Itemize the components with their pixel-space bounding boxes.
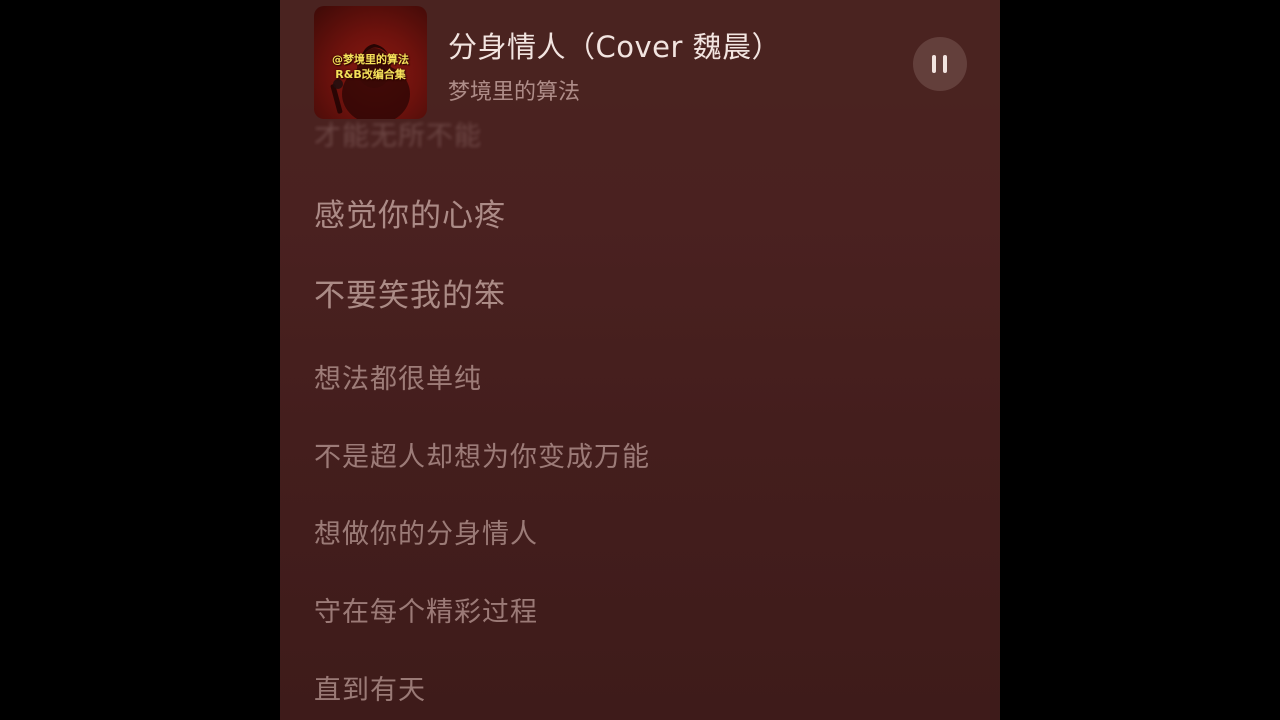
now-playing-header: @梦境里的算法 R&B改编合集 分身情人（Cover 魏晨） 梦境里的算法 <box>280 0 1000 128</box>
pause-button[interactable] <box>913 37 967 91</box>
lyric-line[interactable]: 想做你的分身情人 <box>314 512 538 551</box>
lyric-line[interactable]: 守在每个精彩过程 <box>314 590 538 629</box>
cover-text-line: R&B改编合集 <box>335 68 406 81</box>
album-cover[interactable]: @梦境里的算法 R&B改编合集 <box>314 6 427 119</box>
lyric-line-current[interactable]: 不要笑我的笨 <box>314 270 506 315</box>
video-frame: 才能无所不能 感觉你的心疼 不要笑我的笨 想法都很单纯 不是超人却想为你变成万能… <box>0 0 1280 720</box>
song-title: 分身情人（Cover 魏晨） <box>448 30 782 64</box>
lyric-line[interactable]: 不是超人却想为你变成万能 <box>314 435 650 474</box>
lyric-line[interactable]: 直到有天 <box>314 668 426 707</box>
lyric-line[interactable]: 想法都很单纯 <box>314 357 482 396</box>
lyric-line[interactable]: 感觉你的心疼 <box>314 190 506 235</box>
music-player-screen: 才能无所不能 感觉你的心疼 不要笑我的笨 想法都很单纯 不是超人却想为你变成万能… <box>280 0 1000 720</box>
song-artist[interactable]: 梦境里的算法 <box>448 74 580 106</box>
cover-text-line: @梦境里的算法 <box>332 53 409 66</box>
